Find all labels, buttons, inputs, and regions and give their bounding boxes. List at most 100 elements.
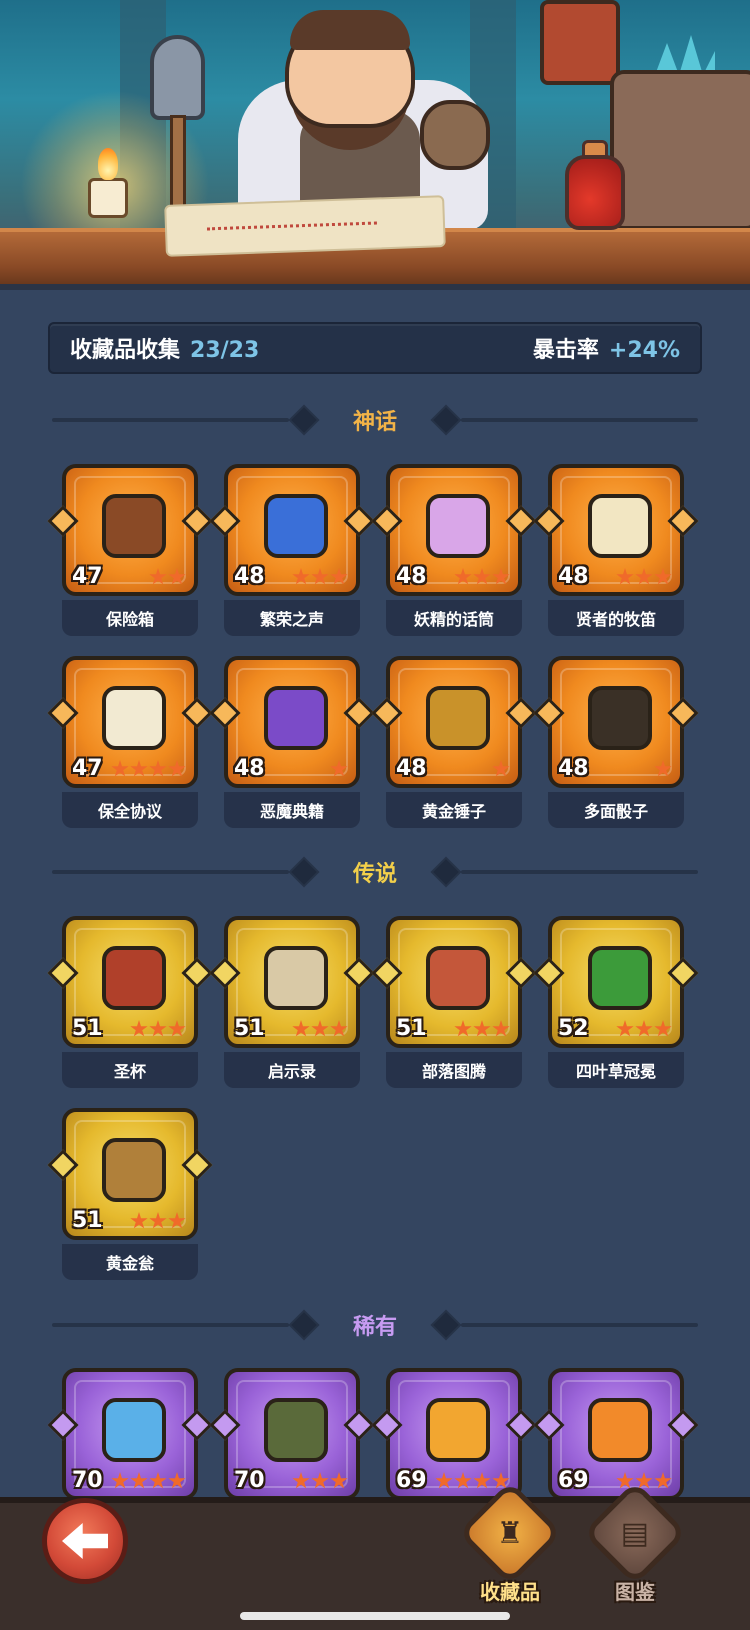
item-level: 48 [234, 756, 265, 781]
tab-collection[interactable]: ♜ 收藏品 [457, 1480, 563, 1606]
item-level: 51 [234, 1016, 265, 1041]
item-name: 多面骰子 [583, 802, 648, 821]
collectible-card[interactable]: 70 [47, 1368, 213, 1500]
section-title-myth: 神话 [353, 410, 398, 435]
collection-count: 23/23 [190, 338, 260, 363]
star-icon [168, 568, 186, 585]
item-name-plate: 四叶草冠冕 [548, 1052, 684, 1088]
star-icon [111, 1472, 129, 1489]
section-header-rare: 稀有 [52, 1305, 699, 1345]
back-arrow-icon [62, 1523, 108, 1559]
star-icon [130, 1020, 148, 1037]
item-name: 圣杯 [113, 1062, 146, 1081]
item-level: 48 [396, 564, 427, 589]
item-name: 部落图腾 [421, 1062, 486, 1081]
collectible-card[interactable]: 48 妖精的话筒 [371, 464, 537, 636]
star-icon [111, 760, 129, 777]
collectible-card[interactable]: 48 繁荣之声 [209, 464, 375, 636]
clover-crown-icon [588, 946, 652, 1010]
ice-dagger-icon [102, 1398, 166, 1462]
collectible-card[interactable]: 51 启示录 [209, 916, 375, 1088]
collectible-card[interactable]: 51 圣杯 [47, 916, 213, 1088]
item-name-plate: 贤者的牧笛 [548, 600, 684, 636]
star-rating [130, 1020, 186, 1038]
card-frame: 52 [548, 916, 684, 1048]
thorn-ring-icon [264, 1398, 328, 1462]
item-name-plate: 保全协议 [62, 792, 198, 828]
tab-codex[interactable]: ▤ 图鉴 [582, 1480, 688, 1606]
item-name: 黄金瓮 [105, 1254, 154, 1273]
star-rating [111, 1472, 186, 1490]
item-level: 70 [72, 1468, 103, 1493]
item-level: 51 [72, 1016, 103, 1041]
item-level: 48 [558, 756, 589, 781]
star-rating [492, 760, 510, 778]
item-level: 47 [72, 756, 103, 781]
star-rating [292, 568, 348, 586]
item-name-plate: 黄金瓮 [62, 1244, 198, 1280]
crit-label: 暴击率 [532, 338, 599, 363]
collectible-card[interactable]: 69 [371, 1368, 537, 1500]
section-title-rare: 稀有 [353, 1315, 398, 1340]
star-icon [473, 1020, 491, 1037]
home-indicator [240, 1612, 510, 1620]
tab-collection-label: 收藏品 [480, 1580, 540, 1604]
card-frame: 48 [548, 656, 684, 788]
card-frame: 48 [386, 656, 522, 788]
collectible-card[interactable]: 47 保险箱 [47, 464, 213, 636]
collectible-card[interactable]: 48 恶魔典籍 [209, 656, 375, 828]
card-frame: 48 [548, 464, 684, 596]
star-rating [616, 1020, 672, 1038]
holy-grail-icon [102, 946, 166, 1010]
collectible-card[interactable]: 51 黄金瓮 [47, 1108, 213, 1280]
star-icon [454, 1020, 472, 1037]
collectible-card[interactable]: 51 部落图腾 [371, 916, 537, 1088]
card-frame: 48 [386, 464, 522, 596]
item-name: 贤者的牧笛 [575, 610, 656, 629]
collectible-card[interactable]: 52 四叶草冠冕 [533, 916, 699, 1088]
card-frame: 69 [548, 1368, 684, 1500]
dwarf-fist [420, 100, 490, 170]
card-frame: 47 [62, 656, 198, 788]
star-icon [168, 1212, 186, 1229]
item-name-plate: 黄金锤子 [386, 792, 522, 828]
star-rating [292, 1020, 348, 1038]
star-rating [149, 568, 186, 586]
fairy-microphone-icon [426, 494, 490, 558]
divider-diamond-icon [433, 407, 459, 433]
star-rating [616, 568, 672, 586]
back-button[interactable] [42, 1498, 128, 1584]
candle-icon [88, 178, 128, 218]
spirit-orb-icon [264, 494, 328, 558]
codex-book-icon: ▤ [582, 1480, 688, 1586]
collectible-card[interactable]: 47 保全协议 [47, 656, 213, 828]
section-title-legend: 传说 [353, 862, 398, 887]
star-rating [292, 1472, 348, 1490]
collectible-card[interactable]: 48 多面骰子 [533, 656, 699, 828]
divider-diamond-icon [433, 1312, 459, 1338]
collectible-card[interactable]: 48 黄金锤子 [371, 656, 537, 828]
star-icon [168, 760, 186, 777]
item-name: 黄金锤子 [421, 802, 486, 821]
collectible-card[interactable]: 70 [209, 1368, 375, 1500]
item-name: 恶魔典籍 [259, 802, 324, 821]
divider-diamond-icon [433, 859, 459, 885]
item-name: 保险箱 [105, 610, 154, 629]
collectible-card[interactable]: 69 [533, 1368, 699, 1500]
divider-diamond-icon [291, 859, 317, 885]
item-name-plate: 圣杯 [62, 1052, 198, 1088]
star-icon [654, 1020, 672, 1037]
card-frame: 70 [62, 1368, 198, 1500]
star-icon [330, 1020, 348, 1037]
card-frame: 47 [62, 464, 198, 596]
dwarf-hair [290, 10, 410, 50]
treasure-map-icon [164, 195, 446, 257]
star-rating [654, 760, 672, 778]
star-icon [473, 568, 491, 585]
card-frame: 48 [224, 464, 360, 596]
star-icon [654, 568, 672, 585]
star-icon [616, 1020, 634, 1037]
item-level: 70 [234, 1468, 265, 1493]
star-icon [454, 568, 472, 585]
collectible-card[interactable]: 48 贤者的牧笛 [533, 464, 699, 636]
